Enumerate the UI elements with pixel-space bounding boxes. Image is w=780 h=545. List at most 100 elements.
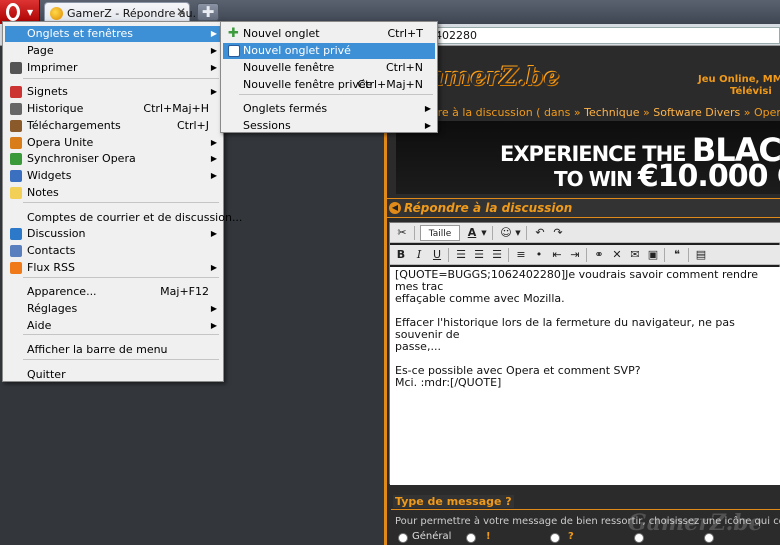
submenu-item-nouvel-onglet-prive[interactable]: Nouvel onglet privé — [223, 43, 435, 59]
toolbar-divider — [688, 248, 689, 262]
message-textarea[interactable]: [QUOTE=BUGGS;1062402280]Je voudrais savo… — [390, 267, 780, 485]
ad-banner[interactable]: EXPERIENCE THE BLACK CA TO WIN €10.000 C… — [396, 121, 780, 194]
menu-item-aide[interactable]: Aide ▶ — [5, 318, 221, 334]
menu-item-historique[interactable]: Historique Ctrl+Maj+H — [5, 101, 221, 117]
indent-icon[interactable]: ⇥ — [568, 247, 582, 263]
menu-item-discussion[interactable]: Discussion ▶ — [5, 226, 221, 242]
menu-separator — [23, 359, 219, 360]
reply-section-header: ◀ Répondre à la discussion — [387, 198, 780, 218]
rss-icon — [10, 262, 22, 274]
chevron-right-icon: ▶ — [210, 138, 217, 147]
menu-item-imprimer[interactable]: Imprimer ▶ — [5, 60, 221, 76]
chevron-right-icon: ▶ — [210, 154, 217, 163]
menu-item-onglets-et-fenetres[interactable]: Onglets et fenêtres ▶ — [5, 26, 221, 42]
radio-question[interactable] — [550, 533, 560, 543]
close-icon[interactable]: ✕ — [176, 5, 186, 19]
outdent-icon[interactable]: ⇤ — [550, 247, 564, 263]
menu-item-telechargements[interactable]: Téléchargements Ctrl+J — [5, 118, 221, 134]
menu-item-opera-unite[interactable]: Opera Unite ▶ — [5, 135, 221, 151]
question-icon: ? — [568, 531, 574, 542]
submenu-item-nouvelle-fenetre[interactable]: Nouvelle fenêtre Ctrl+N — [223, 60, 435, 76]
chevron-down-icon[interactable]: ▼ — [514, 225, 522, 241]
download-icon — [10, 120, 22, 132]
menu-item-afficher-la-barre-de-menu[interactable]: Afficher la barre de menu — [5, 342, 221, 358]
menu-item-comptes-de-courrier-et-de-discussion[interactable]: Comptes de courrier et de discussion... — [5, 210, 242, 226]
email-link-icon[interactable]: ✉ — [628, 247, 642, 263]
bulleted-list-icon[interactable]: • — [532, 247, 546, 263]
menu-item-notes[interactable]: Notes — [5, 185, 221, 201]
menu-item-signets[interactable]: Signets ▶ — [5, 84, 221, 100]
exclamation-icon: ! — [486, 531, 491, 542]
chevron-right-icon: ▶ — [210, 229, 217, 238]
arrow-icon: ◀ — [389, 202, 401, 214]
address-field[interactable]: 402280 — [430, 27, 780, 44]
underline-icon[interactable]: U — [430, 247, 444, 263]
menu-item-synchroniser-opera[interactable]: Synchroniser Opera ▶ — [5, 151, 221, 167]
align-right-icon[interactable]: ☰ — [490, 247, 504, 263]
align-center-icon[interactable]: ☰ — [472, 247, 486, 263]
banner-subline-big: €10.000 CASH — [637, 159, 780, 194]
image-icon[interactable]: ▣ — [646, 247, 660, 263]
radio-exclamation[interactable] — [466, 533, 476, 543]
chevron-right-icon: ▶ — [210, 46, 217, 55]
menu-item-page[interactable]: Page ▶ — [5, 43, 221, 59]
menu-item-contacts[interactable]: Contacts — [5, 243, 221, 259]
undo-icon[interactable]: ↶ — [532, 225, 548, 241]
breadcrumb-link-software[interactable]: Software Divers — [653, 106, 740, 119]
text-color-icon[interactable]: A — [464, 225, 480, 241]
new-tab-button[interactable]: ✚ — [197, 3, 219, 21]
submenu-item-onglets-fermes[interactable]: Onglets fermés ▶ — [223, 101, 435, 117]
chevron-right-icon: ▶ — [424, 121, 431, 130]
chevron-right-icon: ▶ — [210, 63, 217, 72]
chevron-down-icon: ▼ — [27, 8, 34, 17]
toolbar-divider — [414, 226, 415, 240]
menu-item-widgets[interactable]: Widgets ▶ — [5, 168, 221, 184]
menu-item-label: Sessions — [243, 119, 291, 132]
menu-item-label: Synchroniser Opera — [27, 152, 136, 165]
section-title: Répondre à la discussion — [404, 201, 573, 215]
submenu-item-sessions[interactable]: Sessions ▶ — [223, 118, 435, 134]
radio-general[interactable] — [398, 533, 408, 543]
address-text: 402280 — [435, 29, 477, 42]
site-tagline-2: Télévisi — [730, 86, 772, 97]
menu-item-label: Signets — [27, 85, 68, 98]
chevron-right-icon: ▶ — [210, 29, 217, 38]
menu-item-quitter[interactable]: Quitter — [5, 367, 221, 383]
menu-item-apparence[interactable]: Apparence... Maj+F12 — [5, 284, 221, 300]
redo-icon[interactable]: ↷ — [550, 225, 566, 241]
menu-separator — [239, 94, 433, 95]
italic-icon[interactable]: I — [412, 247, 426, 263]
radio-option-3[interactable] — [634, 533, 644, 543]
link-icon[interactable]: ⚭ — [592, 247, 606, 263]
smiley-icon[interactable]: ☺ — [498, 225, 514, 241]
menu-item-label: Page — [27, 44, 54, 57]
font-size-select[interactable]: Taille — [420, 225, 460, 241]
clear-format-icon[interactable]: ✂ — [394, 225, 410, 241]
radio-option-4[interactable] — [704, 533, 714, 543]
menu-item-flux-rss[interactable]: Flux RSS ▶ — [5, 260, 221, 276]
menu-item-shortcut: Maj+F12 — [160, 285, 209, 298]
menu-item-label: Contacts — [27, 244, 76, 257]
message-type-label[interactable]: Type de message ? — [393, 495, 514, 508]
submenu-item-nouvel-onglet[interactable]: ✚ Nouvel onglet Ctrl+T — [223, 26, 435, 42]
history-icon — [10, 103, 22, 115]
code-icon[interactable]: ▤ — [694, 247, 708, 263]
site-logo[interactable]: amerZ.be — [428, 62, 560, 91]
opera-main-menu: Onglets et fenêtres ▶ Page ▶ Imprimer ▶ Signet… — [2, 21, 242, 383]
chevron-right-icon: ▶ — [210, 171, 217, 180]
numbered-list-icon[interactable]: ≡ — [514, 247, 528, 263]
menu-separator — [23, 334, 219, 335]
menu-item-label: Afficher la barre de menu — [27, 343, 168, 356]
menu-item-label: Opera Unite — [27, 136, 94, 149]
menu-item-reglages[interactable]: Réglages ▶ — [5, 301, 221, 317]
notes-icon — [10, 187, 22, 199]
bold-icon[interactable]: B — [394, 247, 408, 263]
breadcrumb-link-technique[interactable]: Technique — [584, 106, 639, 119]
unlink-icon[interactable]: ✕ — [610, 247, 624, 263]
menu-separator — [23, 78, 219, 79]
submenu-item-nouvelle-fenetre-privee[interactable]: Nouvelle fenêtre privée Ctrl+Maj+N — [223, 77, 435, 93]
site-tagline: Jeu Online, MM — [698, 74, 780, 85]
quote-icon[interactable]: ❝ — [670, 247, 684, 263]
chevron-down-icon[interactable]: ▼ — [480, 225, 488, 241]
align-left-icon[interactable]: ☰ — [454, 247, 468, 263]
